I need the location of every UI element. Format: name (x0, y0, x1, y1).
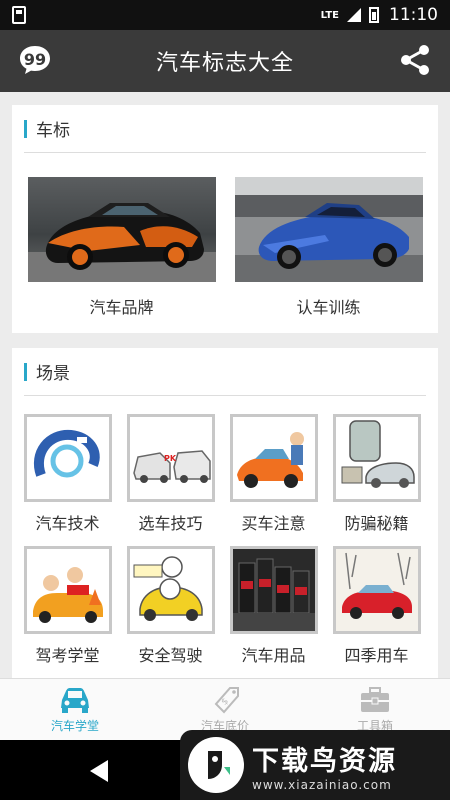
scene-label: 汽车用品 (241, 646, 306, 665)
back-icon[interactable] (90, 760, 108, 782)
chat-quote-icon[interactable]: 99 (18, 43, 52, 77)
status-bar: LTE 11:10 (0, 0, 450, 30)
svg-text:99: 99 (24, 50, 46, 69)
site-watermark: 下载鸟资源 www.xiazainiao.com (180, 730, 450, 800)
brand-section-header: 车标 (24, 105, 426, 153)
scene-label: 驾考学堂 (35, 646, 100, 665)
scene-item-car-supplies[interactable]: 汽车用品 (228, 546, 319, 666)
app-bar: 99 汽车标志大全 (0, 30, 450, 92)
scene-item-safe-driving[interactable]: 安全驾驶 (125, 546, 216, 666)
scene-label: 防骗秘籍 (344, 514, 409, 533)
network-type: LTE (320, 9, 339, 21)
scene-thumbnail (332, 546, 421, 634)
scene-thumbnail (332, 414, 421, 502)
scene-label: 汽车技术 (35, 514, 100, 533)
brand-section-title: 车标 (36, 121, 70, 141)
watermark-logo-icon (188, 737, 244, 793)
tile-label: 汽车品牌 (89, 298, 154, 317)
scene-thumbnail (23, 414, 112, 502)
scene-item-driving-school[interactable]: 驾考学堂 (22, 546, 113, 666)
scene-label: 安全驾驶 (138, 646, 203, 665)
content-area[interactable]: 车标 汽车品牌 认车训练 场景 汽车技术 PK 选车技巧 买车注意 防骗秘籍 驾… (0, 92, 450, 678)
signal-icon (347, 8, 361, 22)
tab-car-school[interactable]: 汽车学堂 (0, 679, 150, 740)
watermark-url: www.xiazainiao.com (252, 777, 392, 792)
toolbox-icon (361, 686, 389, 712)
sim-card-icon (12, 6, 26, 24)
scene-label: 四季用车 (344, 646, 409, 665)
scene-thumbnail (23, 546, 112, 634)
section-accent-bar (24, 119, 27, 138)
share-icon[interactable] (398, 43, 432, 77)
clock: 11:10 (389, 5, 438, 25)
tile-label: 认车训练 (296, 298, 361, 317)
scene-label: 买车注意 (241, 514, 306, 533)
section-accent-bar (24, 362, 27, 381)
supercar-blue-image (234, 177, 423, 282)
svg-text:PK: PK (164, 454, 177, 463)
supercar-orange-image (27, 177, 216, 282)
scene-item-anti-fraud[interactable]: 防骗秘籍 (331, 414, 422, 534)
tab-label: 汽车学堂 (50, 718, 99, 733)
page-title: 汽车标志大全 (155, 51, 294, 76)
watermark-title: 下载鸟资源 (252, 745, 397, 777)
scene-item-seasonal-car-use[interactable]: 四季用车 (331, 546, 422, 666)
scene-item-buying-notes[interactable]: 买车注意 (228, 414, 319, 534)
scene-item-car-selection[interactable]: PK 选车技巧 (125, 414, 216, 534)
scene-section-header: 场景 (24, 348, 426, 396)
brand-section: 车标 汽车品牌 认车训练 (12, 105, 438, 333)
scene-thumbnail (229, 414, 318, 502)
price-tag-icon: $ (214, 686, 239, 713)
car-icon (61, 687, 89, 713)
scene-section: 场景 汽车技术 PK 选车技巧 买车注意 防骗秘籍 驾考学堂 安全驾驶 汽车用品… (12, 348, 438, 678)
scene-thumbnail (126, 546, 215, 634)
scene-thumbnail: PK (126, 414, 215, 502)
scene-item-auto-tech[interactable]: 汽车技术 (22, 414, 113, 534)
tile-car-recognition[interactable]: 认车训练 (234, 177, 423, 318)
scene-section-title: 场景 (36, 364, 70, 384)
scene-thumbnail (229, 546, 318, 634)
tile-car-brands[interactable]: 汽车品牌 (27, 177, 216, 318)
scene-label: 选车技巧 (138, 514, 203, 533)
battery-icon (369, 7, 379, 23)
